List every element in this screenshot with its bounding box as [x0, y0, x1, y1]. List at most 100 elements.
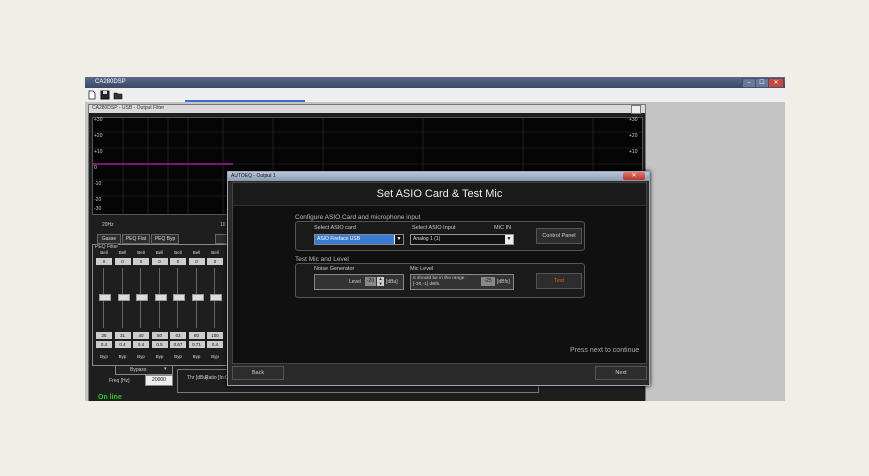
restore-button[interactable]: ☐ [755, 78, 769, 88]
band-bypass[interactable]: Byp [115, 354, 131, 361]
close-button[interactable]: ✕ [768, 78, 784, 88]
save-icon[interactable] [100, 90, 110, 100]
dialog-titlebar: AUTOEQ - Output 1 ✕ [228, 172, 649, 181]
band-q[interactable]: 0.4 [133, 341, 149, 348]
band-type[interactable]: Bell [133, 250, 149, 257]
band-q[interactable]: 0.5 [151, 341, 168, 348]
band-gain[interactable]: 0 [133, 258, 149, 265]
test-group: Noise Generator Level -20 ▲ ▼ [dBu] Mic L… [295, 263, 585, 298]
chevron-down-icon: ▼ [505, 235, 513, 244]
level-input[interactable]: -20 [365, 277, 376, 286]
band-freq[interactable]: 25 [96, 332, 112, 339]
band-bypass[interactable]: Byp [207, 354, 223, 361]
band-freq[interactable]: 40 [133, 332, 149, 339]
band-bypass[interactable]: Byp [133, 354, 149, 361]
asio-card-value: ASIO Fireface USB [315, 235, 394, 244]
y-tick-left-3: 0 [94, 165, 97, 171]
band-type[interactable]: Bell [189, 250, 205, 257]
mic-level-box: It should be in the range [-30,-1] dBfs.… [410, 274, 514, 290]
fader-handle[interactable] [117, 294, 130, 301]
band-freq[interactable]: 63 [170, 332, 186, 339]
band-gain[interactable]: 0 [188, 258, 205, 265]
dialog-close-button[interactable]: ✕ [623, 172, 645, 180]
test-button[interactable]: Test [536, 273, 582, 289]
noise-generator-label: Noise Generator [314, 266, 355, 272]
filter-type-select[interactable]: Bypass ▾ [115, 365, 173, 375]
next-button[interactable]: Next [595, 366, 647, 380]
freq-input[interactable]: 20000 [145, 375, 173, 386]
band-type[interactable]: Bell [207, 250, 223, 257]
band-freq[interactable]: 100 [207, 332, 223, 339]
band-freq[interactable]: 31 [114, 332, 131, 339]
band-bypass[interactable]: Byp [189, 354, 205, 361]
band-gain[interactable]: 0 [151, 258, 168, 265]
band-gain[interactable]: 0 [170, 258, 186, 265]
asio-input-select[interactable]: Analog 1 (1) ▼ [410, 234, 514, 245]
band-gain[interactable]: 0 [207, 258, 223, 265]
band-q[interactable]: 0.71 [188, 341, 205, 348]
output-filter-title: CA280DSP - USB - Output Filter [92, 105, 165, 111]
noise-generator-box: Level -20 ▲ ▼ [dBu] [314, 274, 404, 290]
filter-type-value: Bypass [130, 367, 147, 373]
window-restore-button[interactable] [631, 105, 641, 114]
band-freq[interactable]: 50 [151, 332, 168, 339]
band-bypass[interactable]: Byp [152, 354, 168, 361]
band-type[interactable]: Bell [152, 250, 168, 257]
peq-band-7: Bell 0 100 0.4 Byp [207, 250, 223, 362]
level-unit: [dBu] [386, 279, 398, 285]
section-configure-title: Configure ASIO Card and microphone input [295, 214, 421, 221]
band-q[interactable]: 0.67 [170, 341, 186, 348]
band-gain[interactable]: 0 [114, 258, 131, 265]
y-tick-left-2: +10 [94, 149, 103, 155]
band-gain[interactable]: 0 [96, 258, 112, 265]
peq-band-4: Bell 0 50 0.5 Byp [151, 250, 168, 362]
connection-status: On line [98, 394, 122, 401]
asio-card-select[interactable]: ASIO Fireface USB ▼ [314, 234, 404, 245]
toolbar-progress-strip [185, 100, 305, 102]
fader-handle[interactable] [154, 294, 167, 301]
y-tick-right-0: +30 [629, 117, 638, 123]
peq-flat-button[interactable]: PEQ Flat [122, 234, 150, 244]
mic-level-hint: It should be in the range [-30,-1] dBfs. [413, 276, 465, 287]
asio-input-value: Analog 1 (1) [413, 236, 441, 242]
band-type[interactable]: Bell [115, 250, 131, 257]
band-q[interactable]: 0.4 [114, 341, 131, 348]
x-tick-left: 20Hz [102, 222, 114, 228]
band-bypass[interactable]: Byp [96, 354, 112, 361]
asio-card-label: Select ASIO card [314, 225, 356, 231]
band-type[interactable]: Bell [96, 250, 112, 257]
level-label: Level [349, 279, 361, 285]
dialog-heading-bar: Set ASIO Card & Test Mic [233, 183, 646, 206]
new-file-icon[interactable] [87, 90, 97, 100]
fader-handle[interactable] [99, 294, 111, 301]
output-filter-titlebar: CA280DSP - USB - Output Filter [89, 105, 645, 114]
band-type[interactable]: Bell [170, 250, 186, 257]
minimize-button[interactable]: – [742, 78, 756, 88]
peq-band-6: Bell 0 80 0.71 Byp [188, 250, 205, 362]
fader-handle[interactable] [210, 294, 222, 301]
peq-bypass-button[interactable]: PEQ Byp [151, 234, 179, 244]
level-stepper-icon[interactable]: ▲ ▼ [377, 276, 384, 286]
configure-group: Select ASIO card ASIO Fireface USB ▼ Sel… [295, 221, 585, 251]
fader-handle[interactable] [191, 294, 204, 301]
open-folder-icon[interactable] [113, 90, 123, 100]
y-tick-left-4: -10 [94, 181, 102, 187]
autoeq-dialog: AUTOEQ - Output 1 ✕ Set ASIO Card & Test… [227, 171, 650, 386]
fader-handle[interactable] [136, 294, 148, 301]
gasse-button[interactable]: Gasse [97, 234, 121, 244]
control-panel-button[interactable]: Control Panel [536, 228, 582, 244]
dialog-body: Set ASIO Card & Test Mic Configure ASIO … [232, 182, 647, 364]
app-title: CA280DSP [95, 79, 126, 85]
band-bypass[interactable]: Byp [170, 354, 186, 361]
band-freq[interactable]: 80 [188, 332, 205, 339]
freq-label: Freq [Hz] [109, 378, 130, 384]
back-button[interactable]: Back [232, 366, 284, 380]
y-tick-right-2: +10 [629, 149, 638, 155]
dialog-title: AUTOEQ - Output 1 [231, 173, 276, 179]
y-tick-left-5: -20 [94, 197, 102, 203]
fader-handle[interactable] [173, 294, 185, 301]
band-q[interactable]: 0.4 [207, 341, 223, 348]
section-test-title: Test Mic and Level [295, 256, 349, 263]
band-q[interactable]: 0.4 [96, 341, 112, 348]
dialog-heading: Set ASIO Card & Test Mic [376, 188, 503, 200]
